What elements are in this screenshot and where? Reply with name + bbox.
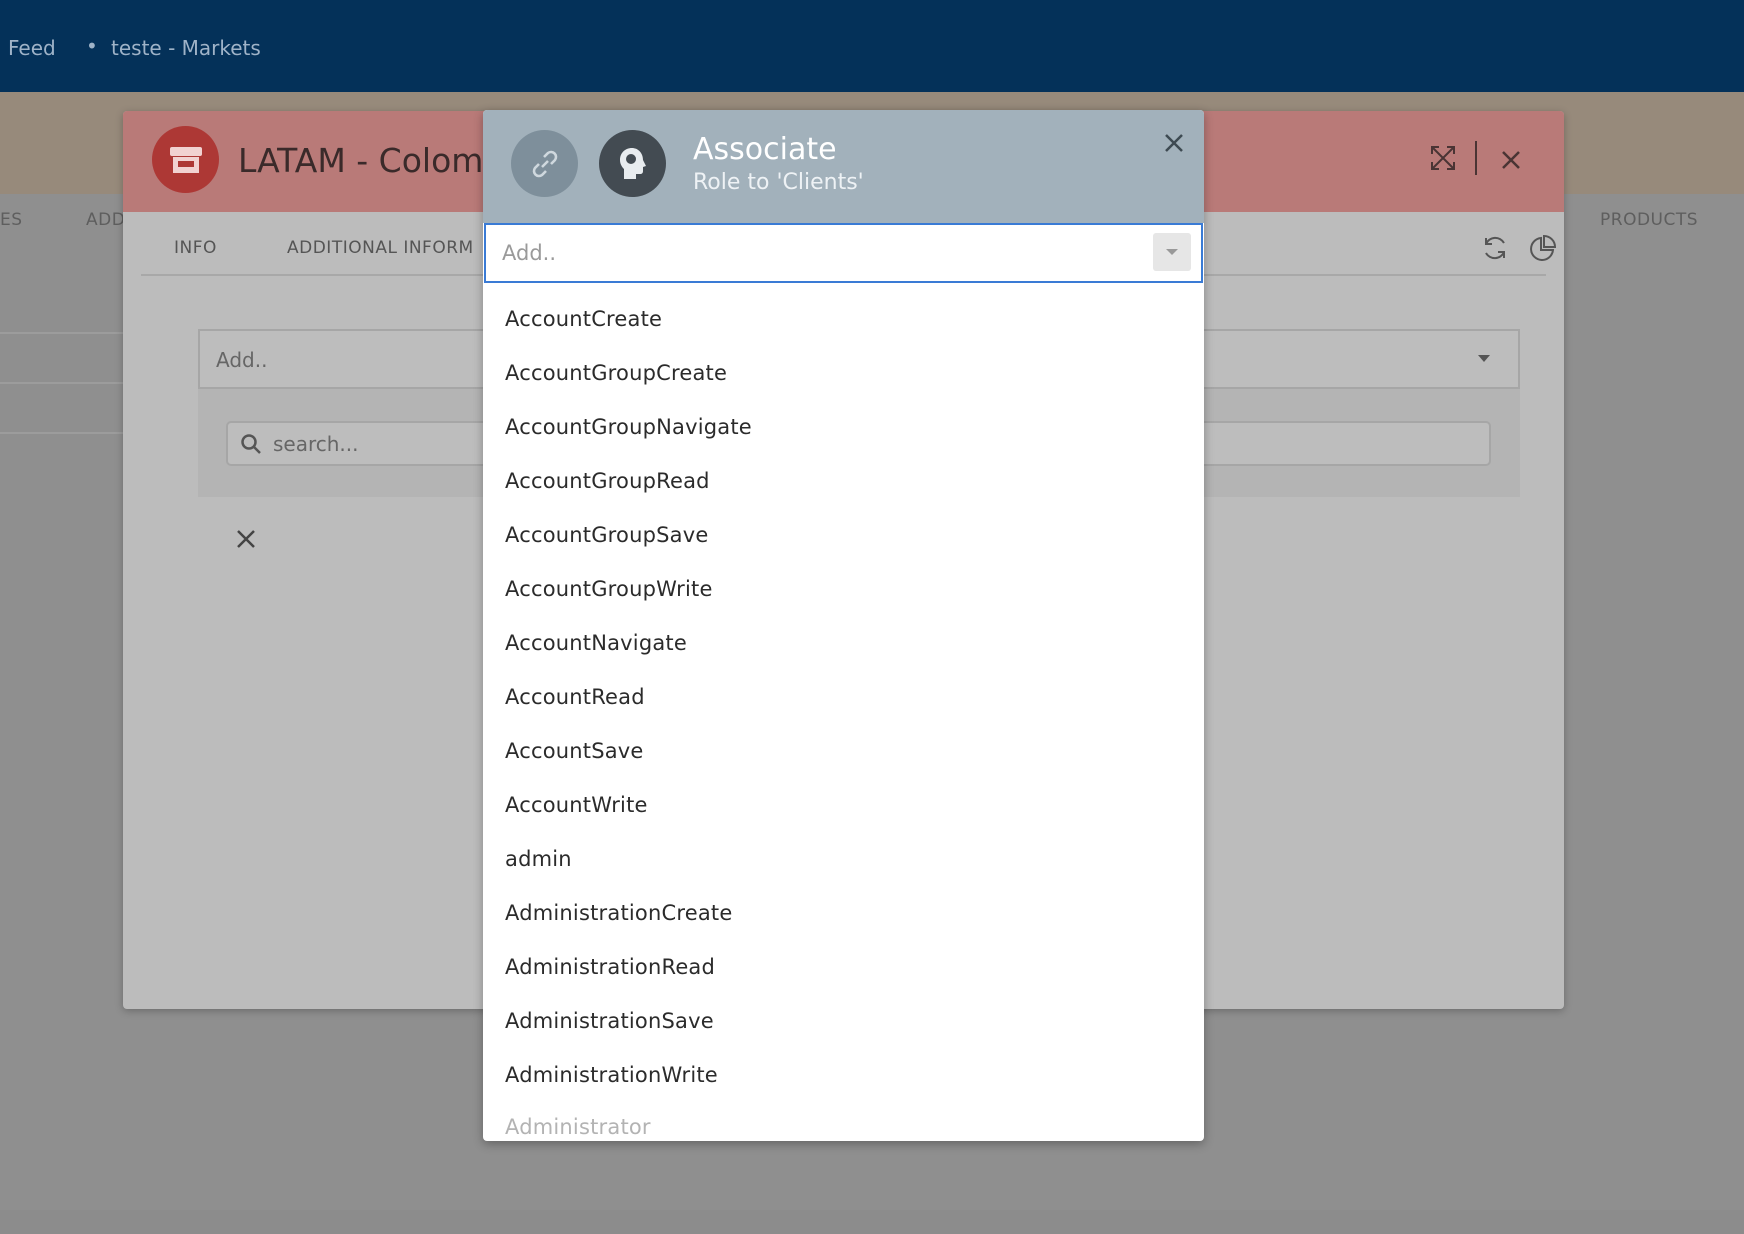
role-option[interactable]: AccountRead	[505, 685, 645, 709]
role-option[interactable]: AccountSave	[505, 739, 644, 763]
role-option[interactable]: AccountGroupCreate	[505, 361, 727, 385]
role-options-list: AccountCreate AccountGroupCreate Account…	[483, 283, 1204, 1141]
close-icon[interactable]	[1159, 128, 1189, 158]
close-window-icon[interactable]	[1500, 145, 1522, 178]
pie-chart-icon[interactable]	[1529, 234, 1557, 266]
dropdown-toggle-button[interactable]	[1153, 233, 1191, 271]
refresh-icon[interactable]	[1481, 234, 1509, 266]
background-tab-fragment: ES	[0, 210, 23, 230]
background-tab-products: PRODUCTS	[1600, 210, 1699, 230]
background-divider	[0, 382, 124, 384]
role-option[interactable]: Administrator	[505, 1115, 651, 1139]
top-navigation-bar: Feed • teste - Markets	[0, 0, 1744, 92]
role-option[interactable]: AccountGroupRead	[505, 469, 710, 493]
role-option[interactable]: AccountGroupWrite	[505, 577, 713, 601]
role-option[interactable]: AccountGroupNavigate	[505, 415, 752, 439]
window-title: LATAM - Colomb	[238, 141, 505, 180]
chevron-down-icon	[1478, 355, 1490, 362]
breadcrumb-market[interactable]: teste - Markets	[111, 36, 261, 60]
role-option[interactable]: AccountGroupSave	[505, 523, 708, 547]
expand-icon[interactable]	[1430, 145, 1456, 178]
role-option[interactable]: AccountCreate	[505, 307, 662, 331]
window-add-select-placeholder: Add..	[216, 348, 268, 372]
bottom-shade	[0, 1210, 1744, 1234]
breadcrumb-separator: •	[86, 34, 98, 58]
breadcrumb-feed[interactable]: Feed	[8, 36, 56, 60]
store-icon	[152, 126, 219, 193]
role-option[interactable]: admin	[505, 847, 572, 871]
role-option[interactable]: AdministrationSave	[505, 1009, 714, 1033]
role-option[interactable]: AccountNavigate	[505, 631, 687, 655]
tab-info[interactable]: INFO	[174, 238, 217, 258]
modal-header: Associate Role to 'Clients'	[483, 110, 1204, 223]
role-option[interactable]: AdministrationCreate	[505, 901, 732, 925]
role-option[interactable]: AccountWrite	[505, 793, 648, 817]
search-icon	[240, 433, 262, 459]
modal-subtitle: Role to 'Clients'	[693, 170, 864, 195]
header-separator	[1475, 141, 1477, 175]
background-tab-fragment-2: ADD	[86, 210, 126, 230]
background-divider	[0, 432, 124, 434]
search-placeholder: search...	[273, 432, 359, 456]
modal-title: Associate	[693, 132, 837, 167]
role-option[interactable]: AdministrationRead	[505, 955, 715, 979]
clear-icon[interactable]	[236, 529, 256, 553]
associate-modal: Associate Role to 'Clients' Add.. Accoun…	[483, 110, 1204, 1141]
role-head-icon	[599, 130, 666, 197]
role-select-input[interactable]: Add..	[484, 223, 1203, 283]
link-icon	[511, 130, 578, 197]
background-divider	[0, 332, 124, 334]
tab-additional-information[interactable]: ADDITIONAL INFORM	[287, 238, 474, 258]
role-option[interactable]: AdministrationWrite	[505, 1063, 718, 1087]
role-select-placeholder: Add..	[502, 241, 557, 265]
chevron-down-icon	[1166, 249, 1178, 255]
